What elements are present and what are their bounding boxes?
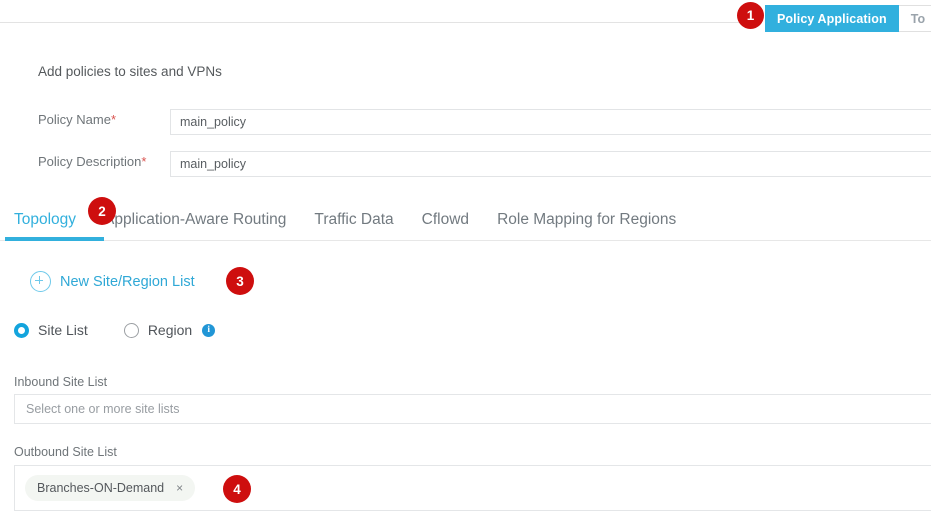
top-divider (0, 22, 742, 23)
policy-name-required-marker: * (110, 112, 117, 127)
radio-site-list-label: Site List (38, 322, 88, 338)
policy-description-label: Policy Description* (38, 154, 146, 169)
policy-description-required-marker: * (141, 154, 147, 169)
page-title: Add policies to sites and VPNs (38, 64, 222, 79)
radio-site-list-indicator (14, 322, 29, 338)
info-icon[interactable]: i (202, 323, 216, 337)
policy-name-label: Policy Name* (38, 112, 116, 127)
radio-option-site-list[interactable]: Site List (14, 322, 88, 338)
policy-description-row: Policy Description* (0, 151, 931, 177)
policy-name-row: Policy Name* (0, 109, 931, 135)
step-badge-3: 3 (226, 267, 254, 295)
inbound-site-list-select[interactable]: Select one or more site lists (14, 394, 931, 424)
new-site-region-list-label: New Site/Region List (60, 273, 195, 290)
chip-label: Branches-ON-Demand (37, 481, 165, 495)
chip-remove-icon[interactable]: × (176, 482, 183, 494)
top-tab-policy-application[interactable]: Policy Application (765, 5, 899, 32)
top-tab-topology-partial[interactable]: To (898, 5, 931, 32)
outbound-site-list-select[interactable]: Branches-ON-Demand × (14, 465, 931, 511)
tab-traffic-data[interactable]: Traffic Data (300, 206, 407, 234)
policy-description-input[interactable] (170, 151, 931, 177)
tab-role-mapping-for-regions[interactable]: Role Mapping for Regions (483, 206, 690, 234)
policy-name-input[interactable] (170, 109, 931, 135)
step-badge-4: 4 (223, 475, 251, 503)
inbound-site-list-placeholder: Select one or more site lists (26, 402, 180, 416)
tab-cflowd[interactable]: Cflowd (408, 206, 483, 234)
step-badge-1: 1 (737, 2, 764, 29)
top-tab-group: Policy Application To (765, 5, 931, 32)
scope-radio-group: Site List Region i (14, 322, 216, 338)
top-bar: Policy Application To (0, 0, 931, 44)
inbound-site-list-label: Inbound Site List (14, 375, 108, 389)
active-tab-underline (5, 237, 104, 241)
policy-name-label-text: Policy Name (38, 112, 111, 127)
plus-circle-icon (30, 271, 51, 292)
radio-option-region[interactable]: Region i (123, 322, 216, 338)
tab-bar: Topology Application-Aware Routing Traff… (0, 206, 931, 242)
outbound-site-list-label: Outbound Site List (14, 445, 117, 459)
tab-application-aware-routing[interactable]: Application-Aware Routing (90, 206, 300, 234)
radio-region-label: Region (147, 322, 193, 338)
new-site-region-list-button[interactable]: New Site/Region List (30, 271, 195, 292)
radio-region-indicator (123, 322, 139, 338)
tab-topology[interactable]: Topology (0, 206, 90, 234)
tab-bar-divider (0, 240, 931, 241)
policy-description-label-text: Policy Description (38, 154, 142, 169)
chip-item[interactable]: Branches-ON-Demand × (25, 475, 196, 501)
step-badge-2: 2 (88, 197, 116, 225)
